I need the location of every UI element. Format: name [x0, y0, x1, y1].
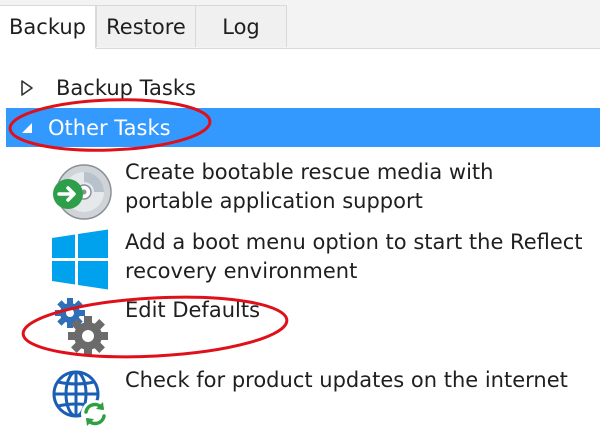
tab-backup[interactable]: Backup — [0, 5, 96, 49]
task-label: Create bootable rescue media with portab… — [125, 160, 494, 213]
tree-item-label: Backup Tasks — [56, 76, 196, 100]
windows-logo-icon — [52, 229, 108, 290]
task-edit-defaults[interactable]: Edit Defaults — [48, 296, 596, 360]
expand-arrow-icon[interactable] — [16, 79, 38, 97]
task-label: Edit Defaults — [125, 298, 261, 322]
task-label: Add a boot menu option to start the Refl… — [125, 230, 583, 283]
rescue-media-icon — [53, 164, 112, 220]
collapse-arrow-icon[interactable] — [16, 121, 38, 135]
task-add-boot-menu[interactable]: Add a boot menu option to start the Refl… — [48, 228, 596, 292]
tab-strip: Backup Restore Log — [0, 0, 600, 49]
task-label: Check for product updates on the interne… — [125, 368, 568, 392]
globe-update-icon — [52, 370, 109, 428]
task-create-rescue-media[interactable]: Create bootable rescue media with portab… — [48, 158, 596, 222]
tab-log[interactable]: Log — [195, 5, 287, 47]
tree-item-other-tasks[interactable]: Other Tasks — [6, 108, 600, 147]
reflect-window: Backup Restore Log Backup Tasks Other Ta… — [0, 0, 600, 429]
tree-item-label: Other Tasks — [48, 115, 171, 140]
tab-restore[interactable]: Restore — [96, 5, 196, 47]
tree-item-backup-tasks[interactable]: Backup Tasks — [10, 69, 594, 107]
gears-icon — [55, 298, 108, 356]
task-check-updates[interactable]: Check for product updates on the interne… — [48, 366, 596, 429]
